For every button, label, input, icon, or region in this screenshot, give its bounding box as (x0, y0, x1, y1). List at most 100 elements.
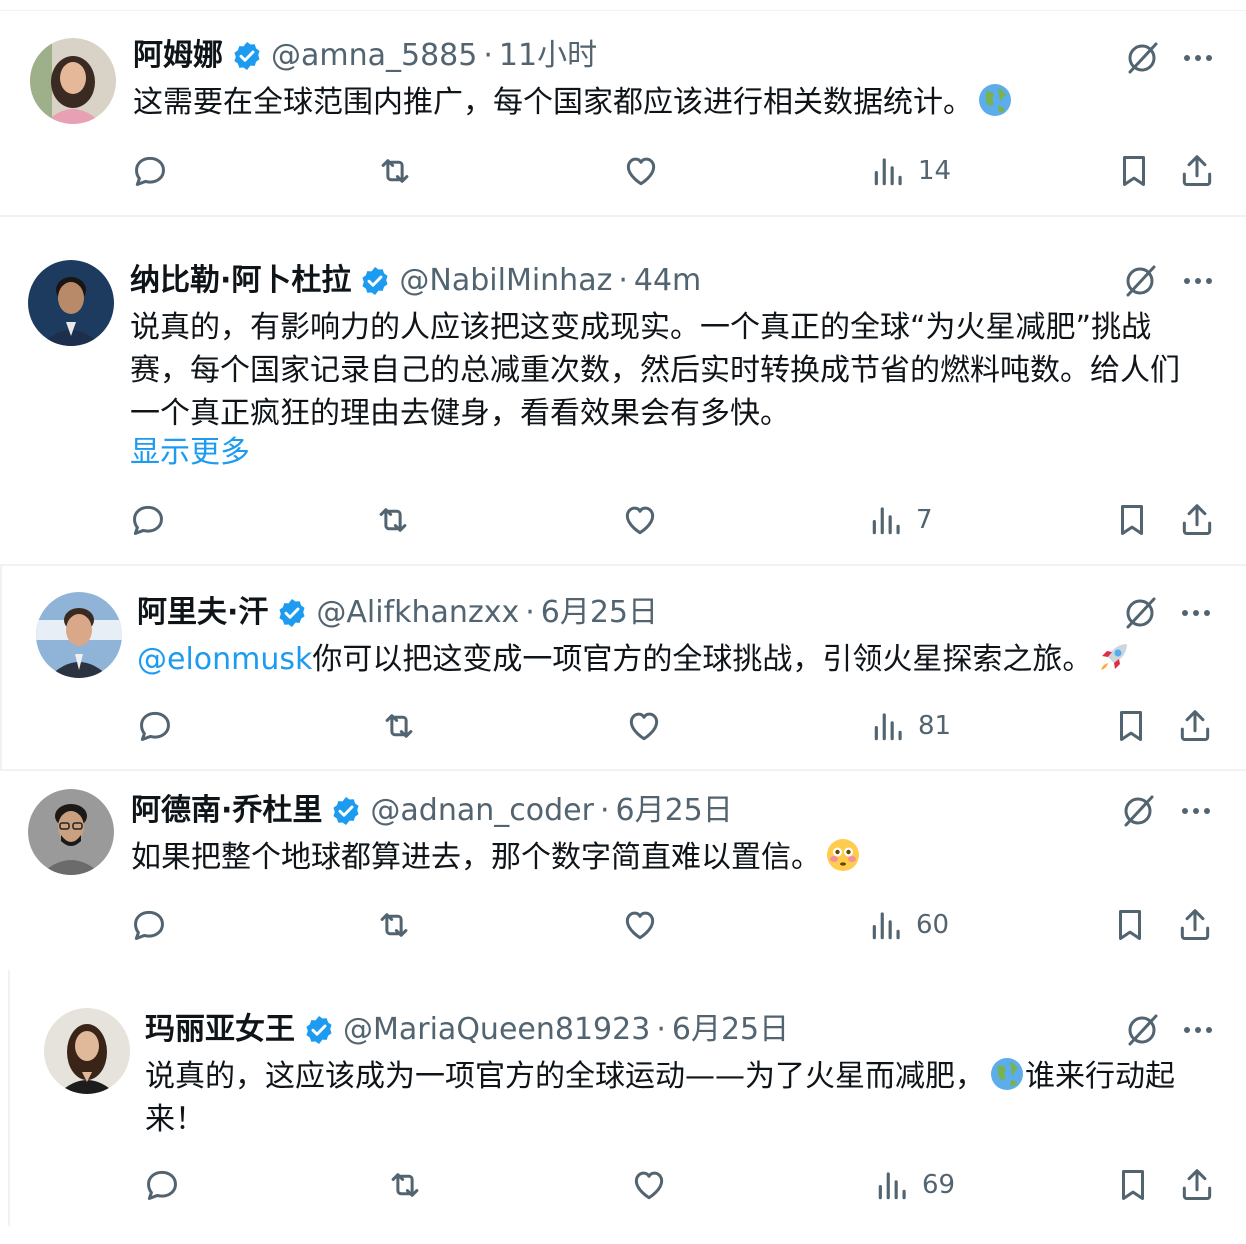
bookmark-button[interactable] (1113, 498, 1151, 542)
more-options-icon[interactable] (1178, 261, 1218, 301)
separator-dot: · (525, 595, 535, 630)
tweet[interactable]: 玛丽亚女王 @MariaQueen81923 · 6月25日 说真的，这应该成为… (0, 970, 1246, 1226)
views-icon (874, 158, 902, 186)
repost-icon (381, 159, 409, 183)
timestamp[interactable]: 44m (634, 261, 701, 301)
action-bar: 60 (0, 903, 1246, 947)
more-options-icon[interactable] (1178, 1010, 1218, 1050)
handle[interactable]: @NabilMinhaz (399, 261, 612, 301)
like-button[interactable] (625, 704, 663, 748)
mention-link[interactable]: @elonmusk (137, 642, 312, 677)
repost-button[interactable] (386, 1163, 424, 1207)
tweet-text: 说真的，有影响力的人应该把这变成现实。一个真正的全球“为火星减肥”挑战赛，每个国… (130, 310, 1180, 431)
views-count: 60 (916, 910, 950, 940)
bookmark-button[interactable] (1114, 1163, 1152, 1207)
reply-button[interactable] (129, 498, 167, 542)
tweet-text: 如果把整个地球都算进去，那个数字简直难以置信。 (131, 836, 1211, 879)
separator-dot: · (618, 263, 628, 298)
avatar[interactable] (28, 260, 114, 346)
like-button[interactable] (621, 498, 659, 542)
views-button[interactable]: 60 (868, 903, 949, 947)
timestamp[interactable]: 6月25日 (541, 593, 658, 633)
like-button[interactable] (622, 149, 660, 193)
separator-dot: · (483, 38, 493, 73)
views-icon (872, 507, 900, 535)
heart-icon (629, 712, 659, 741)
share-button[interactable] (1178, 498, 1216, 542)
tweet-body: 这需要在全球范围内推广，每个国家都应该进行相关数据统计。 (133, 85, 973, 120)
repost-icon (379, 508, 407, 532)
repost-button[interactable] (380, 704, 418, 748)
views-button[interactable]: 69 (874, 1163, 955, 1207)
separator-dot: · (656, 1012, 666, 1047)
views-button[interactable]: 7 (868, 498, 933, 542)
reply-button[interactable] (136, 704, 174, 748)
views-button[interactable]: 81 (870, 704, 951, 748)
reply-button[interactable] (143, 1163, 181, 1207)
display-name[interactable]: 阿德南·乔杜里 (131, 791, 322, 831)
bookmark-button[interactable] (1111, 903, 1149, 947)
share-button[interactable] (1178, 1163, 1216, 1207)
rocket-emoji (1101, 644, 1128, 670)
handle[interactable]: @Alifkhanzxx (316, 593, 519, 633)
bookmark-button[interactable] (1112, 704, 1150, 748)
tweet-text: 这需要在全球范围内推广，每个国家都应该进行相关数据统计。 (133, 81, 1213, 124)
timestamp[interactable]: 11小时 (499, 36, 597, 76)
tweet[interactable]: 阿德南·乔杜里 @adnan_coder · 6月25日 如果把整个地球都算进去… (0, 771, 1246, 970)
display-name[interactable]: 纳比勒·阿卜杜拉 (130, 261, 351, 301)
avatar[interactable] (36, 592, 122, 678)
repost-button[interactable] (376, 149, 414, 193)
show-more-link[interactable]: 显示更多 (130, 433, 250, 473)
like-button[interactable] (621, 903, 659, 947)
display-name[interactable]: 玛丽亚女王 (145, 1010, 295, 1050)
share-button[interactable] (1178, 149, 1216, 193)
bookmark-icon (1121, 1170, 1145, 1200)
tweet[interactable]: 阿里夫·汗 @Alifkhanzxx · 6月25日 @elonmusk你可以把… (0, 566, 1246, 771)
bookmark-button[interactable] (1115, 149, 1153, 193)
repost-button[interactable] (375, 903, 413, 947)
grok-icon[interactable] (1118, 791, 1158, 831)
views-icon (878, 1172, 906, 1200)
reply-button[interactable] (130, 903, 168, 947)
grok-icon[interactable] (1120, 593, 1160, 633)
tweet-header: 阿姆娜 @amna_5885 · 11小时 (133, 36, 597, 76)
verified-badge-icon (306, 1016, 332, 1044)
display-name[interactable]: 阿里夫·汗 (137, 593, 268, 633)
tweet[interactable]: 纳比勒·阿卜杜拉 @NabilMinhaz · 44m 说真的，有影响力的人应该… (0, 217, 1246, 566)
handle[interactable]: @amna_5885 (271, 36, 477, 76)
grok-icon[interactable] (1120, 261, 1160, 301)
bookmark-icon (1120, 505, 1144, 535)
more-options-icon[interactable] (1176, 791, 1216, 831)
reply-icon (133, 505, 163, 535)
repost-button[interactable] (374, 498, 412, 542)
repost-icon (391, 1173, 419, 1197)
share-icon (1182, 504, 1212, 535)
views-count: 14 (918, 156, 952, 186)
handle[interactable]: @MariaQueen81923 (343, 1010, 650, 1050)
avatar[interactable] (28, 789, 114, 875)
views-count: 7 (916, 505, 933, 535)
handle[interactable]: @adnan_coder (370, 791, 594, 831)
display-name[interactable]: 阿姆娜 (133, 36, 223, 76)
avatar[interactable] (44, 1008, 130, 1094)
grok-icon[interactable] (1122, 38, 1162, 78)
views-icon (874, 713, 902, 741)
separator-dot: · (599, 793, 610, 828)
globe-emoji (991, 1058, 1023, 1090)
timestamp[interactable]: 6月25日 (615, 791, 732, 831)
more-options-icon[interactable] (1176, 593, 1216, 633)
avatar[interactable] (30, 38, 116, 124)
like-button[interactable] (630, 1163, 668, 1207)
verified-badge-icon (333, 797, 359, 825)
more-options-icon[interactable] (1178, 38, 1218, 78)
grok-icon[interactable] (1122, 1010, 1162, 1050)
verified-badge-icon (279, 599, 305, 627)
timestamp[interactable]: 6月25日 (672, 1010, 789, 1050)
share-button[interactable] (1176, 903, 1214, 947)
share-button[interactable] (1176, 704, 1214, 748)
reply-button[interactable] (131, 149, 169, 193)
verified-badge-icon (362, 267, 388, 295)
repost-icon (380, 913, 408, 937)
tweet[interactable]: 阿姆娜 @amna_5885 · 11小时 这需要在全球范围内推广，每个国家都应… (0, 11, 1246, 217)
views-button[interactable]: 14 (870, 149, 951, 193)
